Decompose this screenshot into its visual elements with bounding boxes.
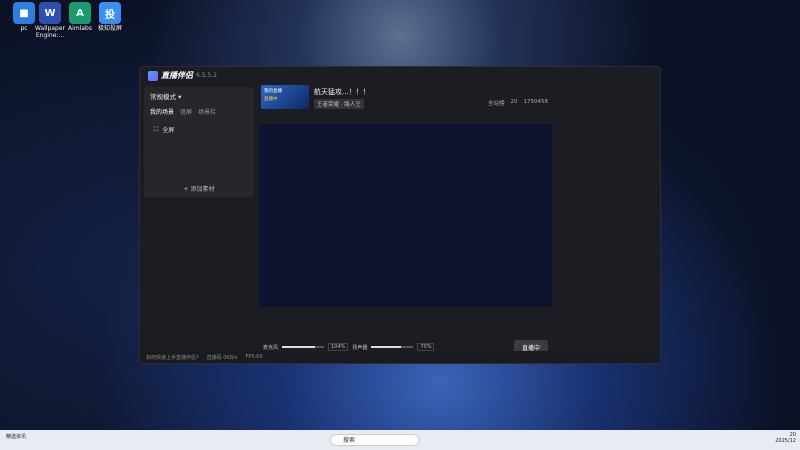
desktop-icon-cast[interactable]: 投 极知投屏 [88, 2, 132, 33]
app-logo-icon [148, 70, 158, 81]
tab-scenebar[interactable]: 场景栏 [198, 107, 216, 116]
center-column: 我的直播 直播中 航天猛攻...！！！ 王者荣耀 · 路人王 全站榜 20 17… [259, 83, 552, 363]
add-source-button[interactable]: + 添加素材 [144, 184, 254, 193]
taskbar-clock[interactable]: 20 2025/12 [775, 432, 796, 444]
mic-volume-value: 104% [328, 343, 349, 351]
tab-vertical[interactable]: 竖屏 [180, 107, 192, 116]
rank-label[interactable]: 全站榜 [488, 99, 505, 107]
speaker-label: 扬声器 [352, 344, 368, 351]
viewer-count: 1750458 [523, 99, 549, 105]
fps: FPS:60 [245, 354, 263, 360]
fullscreen-icon: ⛶ [154, 125, 159, 133]
bitrate: 直播码 0KB/s [206, 354, 238, 361]
stream-title[interactable]: 航天猛攻...！！！ [314, 87, 370, 97]
mic-volume-slider[interactable] [282, 346, 325, 348]
stream-companion-window: 直播伴侣 6.5.5.2 常规模式 ▾ 我的场景 竖屏 场景栏 ⛶ 全屏 + 添… [139, 66, 661, 364]
mic-label: 麦克风 [263, 344, 279, 351]
status-bar: 如何快速上手直播伴侣? 直播码 0KB/s FPS:60 [140, 351, 660, 363]
taskbar-search[interactable]: 搜索 [330, 434, 420, 446]
cast-icon: 投 [99, 2, 121, 24]
scenes-panel: 常规模式 ▾ 我的场景 竖屏 场景栏 ⛶ 全屏 + 添加素材 [144, 87, 254, 197]
mode-selector[interactable]: 常规模式 ▾ [144, 87, 254, 105]
category-tag[interactable]: 王者荣耀 · 路人王 [314, 99, 364, 109]
taskbar-news[interactable]: 精选资讯 [6, 433, 26, 440]
tab-my-scenes[interactable]: 我的场景 [150, 107, 174, 116]
stream-info-bar: 我的直播 直播中 航天猛攻...！！！ 王者荣耀 · 路人王 全站榜 20 17… [259, 83, 552, 111]
speaker-volume-slider[interactable] [371, 346, 414, 348]
app-logo: 直播伴侣 6.5.5.2 [148, 70, 217, 81]
scene-tabs: 我的场景 竖屏 场景栏 [144, 105, 254, 118]
left-column: 常规模式 ▾ 我的场景 竖屏 场景栏 ⛶ 全屏 + 添加素材 [140, 83, 258, 363]
help-link[interactable]: 如何快速上手直播伴侣? [146, 354, 199, 361]
like-count: 20 [510, 99, 518, 105]
title-bar: 直播伴侣 6.5.5.2 [140, 67, 660, 83]
stream-stats: 全站榜 20 1750458 [488, 99, 548, 107]
stream-thumbnail[interactable]: 我的直播 直播中 [261, 85, 309, 109]
taskbar: 精选资讯 搜索 20 2025/12 [0, 430, 800, 450]
stream-meta: 王者荣耀 · 路人王 [314, 99, 364, 109]
speaker-volume-value: 70% [417, 343, 435, 351]
stream-preview[interactable] [259, 124, 552, 307]
scene-item-fullscreen[interactable]: ⛶ 全屏 [150, 122, 248, 137]
